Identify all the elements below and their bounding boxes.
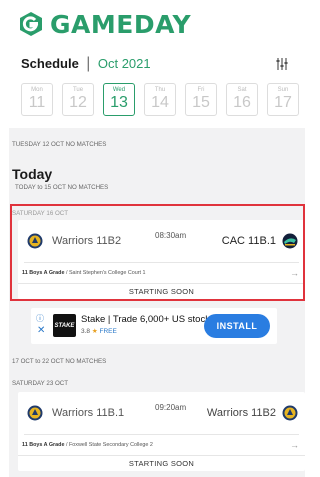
ad-rating: 3.8 ★ FREE <box>81 327 117 335</box>
day-name: Sun <box>277 87 289 93</box>
away-team: CAC 11B.1 <box>221 235 276 247</box>
day-number: 13 <box>110 94 128 111</box>
date-header: SATURDAY 23 OCT <box>12 380 69 387</box>
match-teams-row: Warriors 11B2 08:30am CAC 11B.1 <box>18 220 305 262</box>
away-team: Warriors 11B2 <box>206 407 276 419</box>
date-header: SATURDAY 16 OCT <box>12 210 69 217</box>
day-selector: Mon 11 Tue 12 Wed 13 Thu 14 Fri 15 Sat 16 Sun 1… <box>0 80 305 124</box>
schedule-title: Schedule <box>21 56 79 71</box>
day-name: Sat <box>237 87 247 93</box>
day-number: 14 <box>151 94 169 111</box>
match-status: STARTING SOON <box>18 455 305 471</box>
schedule-month[interactable]: Oct 2021 <box>98 56 151 71</box>
match-grade: 11 Boys A Grade <box>22 270 65 276</box>
match-time: 08:30am <box>155 231 187 240</box>
match-meta[interactable]: 11 Boys A Grade / Saint Stephen's Colleg… <box>18 263 305 283</box>
match-card[interactable]: Warriors 11B2 08:30am CAC 11B.1 11 Boys … <box>18 220 305 299</box>
warriors-badge-icon <box>282 405 298 421</box>
day-tile-mon[interactable]: Mon 11 <box>21 83 53 116</box>
schedule-header: Schedule | Oct 2021 <box>0 48 305 80</box>
match-status: STARTING SOON <box>18 283 305 299</box>
ad-title: Stake | Trade 6,000+ US stocks <box>81 314 215 325</box>
close-icon[interactable]: ✕ <box>37 325 45 336</box>
gameday-logo-icon <box>20 12 42 36</box>
match-grade: 11 Boys A Grade <box>22 442 65 448</box>
star-icon: ★ <box>91 328 98 335</box>
match-card[interactable]: Warriors 11B.1 09:20am Warriors 11B2 11 … <box>18 392 305 471</box>
ad-info-icon[interactable]: ⓘ <box>36 313 44 324</box>
day-number: 12 <box>69 94 87 111</box>
cac-badge-icon <box>282 233 298 249</box>
day-number: 11 <box>28 94 46 111</box>
day-name: Tue <box>72 87 84 93</box>
ad-banner[interactable]: ⓘ ✕ STAKE Stake | Trade 6,000+ US stocks… <box>31 308 277 344</box>
home-team: Warriors 11B2 <box>52 235 122 247</box>
match-teams-row: Warriors 11B.1 09:20am Warriors 11B2 <box>18 392 305 434</box>
arrow-right-icon[interactable]: → <box>290 268 299 278</box>
today-heading: Today <box>12 166 53 182</box>
ad-rating-value: 3.8 <box>81 328 91 335</box>
no-matches-label: TUESDAY 12 OCT NO MATCHES <box>12 141 107 148</box>
no-matches-range-label: 17 OCT to 22 OCT NO MATCHES <box>12 358 107 365</box>
schedule-separator: | <box>86 55 91 72</box>
day-tile-wed[interactable]: Wed 13 <box>103 83 135 116</box>
ad-price: FREE <box>99 328 117 335</box>
match-list[interactable]: TUESDAY 12 OCT NO MATCHES Today TODAY to… <box>9 128 305 477</box>
day-name: Mon <box>31 87 43 93</box>
day-tile-fri[interactable]: Fri 15 <box>185 83 217 116</box>
match-venue: Saint Stephen's College Court 1 <box>68 270 146 276</box>
arrow-right-icon[interactable]: → <box>290 440 299 450</box>
app-header: GAMEDAY <box>0 0 305 48</box>
home-team: Warriors 11B.1 <box>52 407 125 419</box>
day-number: 16 <box>233 94 251 111</box>
day-name: Wed <box>112 87 126 93</box>
match-meta[interactable]: 11 Boys A Grade / Foxwell State Secondar… <box>18 435 305 455</box>
match-time: 09:20am <box>155 403 187 412</box>
day-number: 17 <box>274 94 292 111</box>
install-button[interactable]: INSTALL <box>204 314 270 338</box>
warriors-badge-icon <box>27 405 43 421</box>
warriors-badge-icon <box>27 233 43 249</box>
match-venue: Foxwell State Secondary College 2 <box>68 442 153 448</box>
day-name: Fri <box>197 87 205 93</box>
day-name: Thu <box>154 87 166 93</box>
today-no-matches-label: TODAY to 15 OCT NO MATCHES <box>15 184 109 191</box>
day-tile-sun[interactable]: Sun 17 <box>267 83 299 116</box>
day-number: 15 <box>192 94 210 111</box>
stake-logo: STAKE <box>53 314 76 337</box>
day-tile-tue[interactable]: Tue 12 <box>62 83 94 116</box>
day-tile-sat[interactable]: Sat 16 <box>226 83 258 116</box>
filter-sliders-icon[interactable] <box>275 57 289 71</box>
brand-name: GAMEDAY <box>50 9 192 39</box>
day-tile-thu[interactable]: Thu 14 <box>144 83 176 116</box>
